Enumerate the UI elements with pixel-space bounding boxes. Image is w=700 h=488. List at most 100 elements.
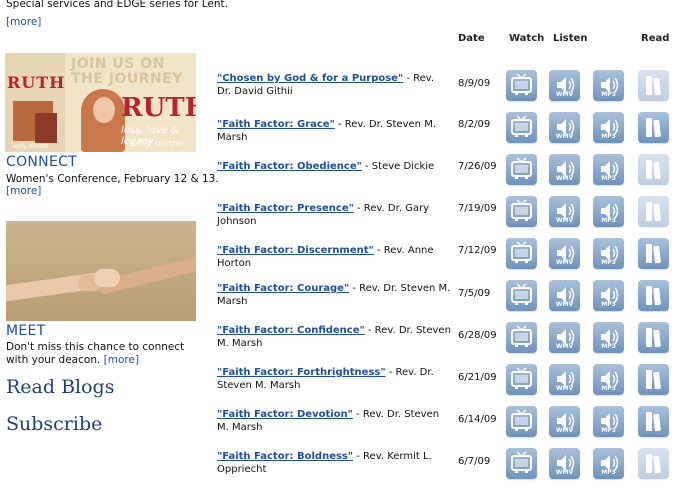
watch-button[interactable]	[506, 238, 537, 269]
sermon-title-link[interactable]: "Faith Factor: Forthrightness"	[217, 367, 386, 378]
tv-icon	[511, 241, 532, 263]
wmv-label: WMV	[555, 469, 574, 476]
sermon-row: "Chosen by God & for a Purpose" - Rev. D…	[217, 70, 697, 110]
header-listen: Listen	[553, 33, 588, 44]
listen-mp3-button[interactable]: MP3	[593, 406, 624, 437]
sermon-title-link[interactable]: "Faith Factor: Confidence"	[217, 325, 365, 336]
read-button[interactable]	[638, 448, 669, 479]
watch-button[interactable]	[506, 322, 537, 353]
watch-button[interactable]	[506, 280, 537, 311]
listen-wmv-button[interactable]: WMV	[549, 364, 580, 395]
read-button[interactable]	[638, 322, 669, 353]
more-link-meet[interactable]: [more]	[104, 354, 139, 366]
book-icon	[646, 286, 661, 306]
connect-heading[interactable]: CONNECT	[6, 154, 77, 170]
watch-button[interactable]	[506, 406, 537, 437]
more-link-connect[interactable]: [more]	[6, 185, 41, 197]
sermon-title-cell: "Faith Factor: Devotion" - Rev. Dr. Stev…	[217, 408, 451, 434]
handshake-image[interactable]	[6, 221, 196, 321]
read-button[interactable]	[638, 238, 669, 269]
promo-join-text: JOIN US ON THE JOURNEY	[71, 56, 183, 87]
tv-icon	[511, 73, 532, 95]
sermon-date: 7/12/09	[458, 245, 497, 256]
subscribe-link[interactable]: Subscribe	[6, 413, 102, 435]
wmv-label: WMV	[555, 217, 574, 224]
listen-mp3-button[interactable]: MP3	[593, 448, 624, 479]
listen-mp3-button[interactable]: MP3	[593, 70, 624, 101]
watch-button[interactable]	[506, 448, 537, 479]
listen-mp3-button[interactable]: MP3	[593, 196, 624, 227]
tv-icon	[511, 409, 532, 431]
mp3-label: MP3	[601, 469, 616, 476]
watch-button[interactable]	[506, 364, 537, 395]
wmv-label: WMV	[555, 343, 574, 350]
listen-mp3-button[interactable]: MP3	[593, 112, 624, 143]
listen-mp3-button[interactable]: MP3	[593, 280, 624, 311]
watch-button[interactable]	[506, 154, 537, 185]
more-link-lent[interactable]: [more]	[6, 16, 41, 28]
sermon-title-link[interactable]: "Faith Factor: Grace"	[217, 119, 335, 130]
sermon-title-cell: "Faith Factor: Forthrightness" - Rev. Dr…	[217, 366, 451, 392]
sermon-date: 7/19/09	[458, 203, 497, 214]
listen-mp3-button[interactable]: MP3	[593, 154, 624, 185]
book-icon	[646, 118, 661, 138]
read-button[interactable]	[638, 364, 669, 395]
header-read: Read	[641, 33, 670, 44]
promo-author-large: kelly minter	[131, 139, 185, 149]
read-button[interactable]	[638, 406, 669, 437]
watch-button[interactable]	[506, 112, 537, 143]
read-button[interactable]	[638, 196, 669, 227]
tv-icon	[511, 115, 532, 137]
sermon-title-cell: "Faith Factor: Presence" - Rev. Dr. Gary…	[217, 202, 451, 228]
tv-icon	[511, 157, 532, 179]
listen-wmv-button[interactable]: WMV	[549, 196, 580, 227]
lent-description: Special services and EDGE series for Len…	[6, 0, 228, 10]
listen-wmv-button[interactable]: WMV	[549, 448, 580, 479]
listen-mp3-button[interactable]: MP3	[593, 238, 624, 269]
mp3-label: MP3	[601, 175, 616, 182]
watch-button[interactable]	[506, 196, 537, 227]
sermon-title-link[interactable]: "Faith Factor: Obedience"	[217, 161, 362, 172]
listen-mp3-button[interactable]: MP3	[593, 322, 624, 353]
header-date: Date	[458, 33, 485, 44]
mp3-label: MP3	[601, 301, 616, 308]
read-blogs-link[interactable]: Read Blogs	[6, 376, 114, 398]
wmv-label: WMV	[555, 259, 574, 266]
watch-button[interactable]	[506, 70, 537, 101]
book-icon	[646, 202, 661, 222]
listen-wmv-button[interactable]: WMV	[549, 280, 580, 311]
sermon-title-link[interactable]: "Faith Factor: Devotion"	[217, 409, 353, 420]
listen-wmv-button[interactable]: WMV	[549, 238, 580, 269]
meet-description-text: Don't miss this chance to connect with y…	[6, 341, 185, 366]
sermon-date: 8/2/09	[458, 119, 491, 130]
sermon-row: "Faith Factor: Forthrightness" - Rev. Dr…	[217, 364, 697, 404]
read-button[interactable]	[638, 280, 669, 311]
listen-wmv-button[interactable]: WMV	[549, 322, 580, 353]
wmv-label: WMV	[555, 175, 574, 182]
sermon-title-link[interactable]: "Chosen by God & for a Purpose"	[217, 73, 403, 84]
connect-description: Women's Conference, February 12 & 13.	[6, 173, 219, 185]
mp3-label: MP3	[601, 259, 616, 266]
sermon-row: "Faith Factor: Confidence" - Rev. Dr. St…	[217, 322, 697, 362]
promo-ruth-title: RUTH	[121, 93, 196, 123]
book-icon	[646, 370, 661, 390]
listen-wmv-button[interactable]: WMV	[549, 154, 580, 185]
sermon-date: 7/26/09	[458, 161, 497, 172]
sermon-title-cell: "Faith Factor: Discernment" - Rev. Anne …	[217, 244, 451, 270]
sermon-title-link[interactable]: "Faith Factor: Courage"	[217, 283, 349, 294]
sermon-title-link[interactable]: "Faith Factor: Presence"	[217, 203, 354, 214]
sermon-date: 6/28/09	[458, 330, 497, 341]
read-button[interactable]	[638, 112, 669, 143]
meet-heading[interactable]: MEET	[6, 323, 46, 339]
listen-wmv-button[interactable]: WMV	[549, 112, 580, 143]
read-button[interactable]	[638, 70, 669, 101]
sermon-title-link[interactable]: "Faith Factor: Discernment"	[217, 245, 374, 256]
mp3-label: MP3	[601, 91, 616, 98]
listen-wmv-button[interactable]: WMV	[549, 406, 580, 437]
ruth-promo-banner[interactable]: RUTH kelly minter JOIN US ON THE JOURNEY…	[5, 53, 196, 152]
sermon-title-link[interactable]: "Faith Factor: Boldness"	[217, 451, 353, 462]
listen-wmv-button[interactable]: WMV	[549, 70, 580, 101]
listen-mp3-button[interactable]: MP3	[593, 364, 624, 395]
read-button[interactable]	[638, 154, 669, 185]
wmv-label: WMV	[555, 427, 574, 434]
